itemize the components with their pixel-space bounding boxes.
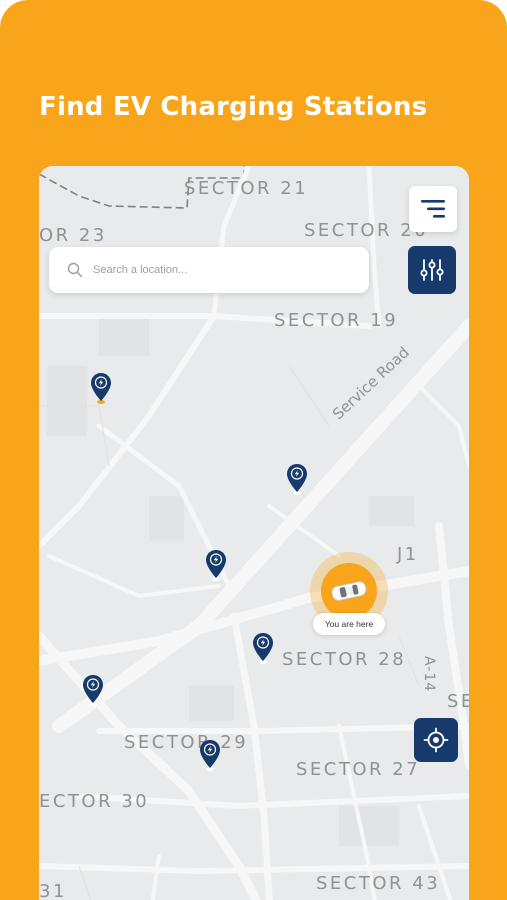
charging-station-pin-icon[interactable] bbox=[82, 674, 104, 706]
menu-icon bbox=[421, 200, 445, 218]
sector-label: 31 bbox=[39, 881, 67, 900]
search-icon bbox=[67, 262, 83, 278]
charging-station-pin-icon[interactable] bbox=[199, 739, 221, 771]
search-bar[interactable] bbox=[49, 247, 369, 293]
locate-icon bbox=[423, 727, 449, 753]
sector-label: SECTOR 19 bbox=[274, 310, 399, 331]
search-input[interactable] bbox=[91, 263, 355, 277]
charging-station-pin-icon[interactable] bbox=[286, 463, 308, 495]
app-screen: Find EV Charging Stations SECTOR 21 OR 2… bbox=[0, 0, 507, 900]
sector-label: SECTOR 27 bbox=[296, 759, 421, 780]
you-are-here-label: You are here bbox=[313, 613, 385, 635]
sector-label: A-14 bbox=[421, 656, 437, 693]
sector-label: J1 bbox=[397, 544, 419, 565]
phone-screen: SECTOR 21 OR 23 SECTOR 20 SECTOR 19 J1 S… bbox=[39, 166, 469, 900]
menu-button[interactable] bbox=[409, 186, 457, 232]
car-icon bbox=[331, 581, 367, 601]
sector-label: SE bbox=[447, 691, 469, 712]
filter-sliders-icon bbox=[420, 259, 444, 281]
current-location-marker[interactable] bbox=[321, 563, 377, 619]
sector-label: OR 23 bbox=[39, 225, 107, 246]
sector-label: SECTOR 28 bbox=[282, 649, 407, 670]
sector-label: SECTOR 29 bbox=[124, 732, 249, 753]
charging-station-pin-icon[interactable] bbox=[90, 372, 112, 404]
sector-label: SECTOR 43 bbox=[316, 873, 441, 894]
page-title: Find EV Charging Stations bbox=[39, 92, 428, 122]
sector-label: SECTOR 21 bbox=[184, 178, 309, 199]
sector-label: ECTOR 30 bbox=[39, 791, 150, 812]
filter-button[interactable] bbox=[408, 246, 456, 294]
charging-station-pin-icon[interactable] bbox=[252, 632, 274, 664]
charging-station-pin-icon[interactable] bbox=[205, 549, 227, 581]
locate-me-button[interactable] bbox=[414, 718, 458, 762]
